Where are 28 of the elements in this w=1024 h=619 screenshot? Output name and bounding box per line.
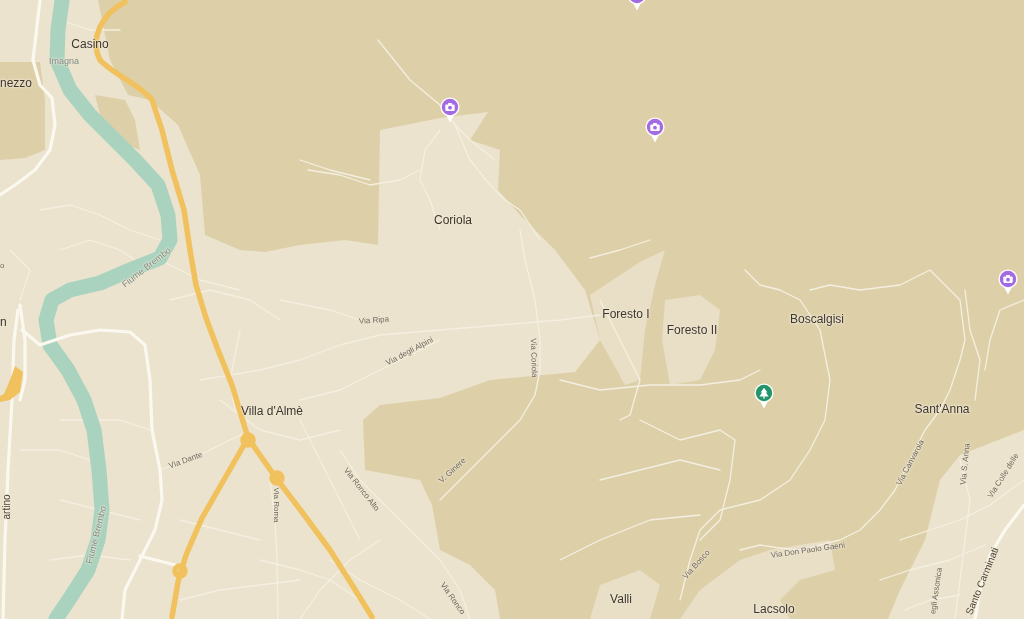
street [19, 449, 91, 461]
street-label: egli Assonica [929, 567, 945, 615]
street [589, 239, 651, 259]
camera-pin-icon[interactable] [998, 269, 1018, 295]
street-label: o [0, 261, 5, 271]
road-label: artino [0, 494, 12, 520]
street-label: Via Roma [271, 487, 281, 523]
place-label: Valli [610, 593, 632, 607]
highway-junction [0, 366, 23, 402]
hamlet-area [590, 570, 660, 619]
street-label: Via S. Anna [959, 442, 973, 486]
street-label: Via Dante [168, 450, 204, 472]
street-label: Via Don Paolo Gaeni [770, 541, 846, 561]
place-label: Boscalgisi [790, 313, 844, 327]
place-label: Foresto I [602, 308, 650, 322]
place-label: Sant'Anna [914, 403, 970, 417]
place-label: n [0, 316, 7, 330]
place-label: Coriola [434, 214, 472, 228]
place-label: Foresto II [666, 324, 718, 338]
camera-pin-icon[interactable] [645, 117, 665, 143]
place-label: Lacsolo [753, 603, 795, 617]
street [984, 299, 1024, 371]
river-label: Fiume Brembo [85, 505, 109, 565]
street-label: Via Ripa [358, 315, 390, 327]
camera-pin-icon[interactable] [440, 97, 460, 123]
street-label: Via Coriola [527, 338, 539, 378]
tree-pin-icon[interactable] [754, 383, 774, 409]
place-label: nezzo [0, 77, 33, 91]
